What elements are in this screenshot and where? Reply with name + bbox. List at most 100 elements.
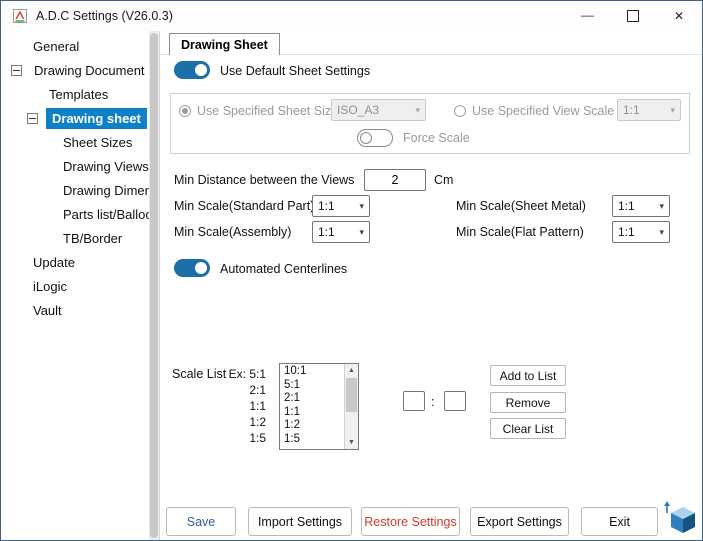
- combo-value: 1:1: [618, 199, 635, 213]
- use-specified-view-scale-radio: [454, 105, 466, 117]
- sidebar-item-label: Update: [29, 253, 79, 272]
- remove-button[interactable]: Remove: [490, 392, 566, 413]
- import-settings-button[interactable]: Import Settings: [248, 507, 352, 536]
- sidebar-item-label-selected: Drawing sheet: [46, 108, 147, 129]
- button-label: Add to List: [500, 369, 557, 383]
- min-scale-assembly-combo[interactable]: 1:1 ▾: [312, 221, 370, 243]
- maximize-button[interactable]: [610, 1, 656, 31]
- scroll-up-icon[interactable]: ▲: [345, 364, 358, 377]
- app-cube-icon: [663, 499, 699, 539]
- sidebar-item-ilogic[interactable]: iLogic: [1, 274, 159, 298]
- listbox-scrollbar-thumb[interactable]: [346, 378, 357, 412]
- button-label: Import Settings: [258, 515, 342, 529]
- sidebar-item-templates[interactable]: Templates: [1, 82, 159, 106]
- sidebar-item-label: Drawing Views: [59, 157, 153, 176]
- scroll-down-icon[interactable]: ▼: [345, 436, 358, 449]
- add-to-list-button[interactable]: Add to List: [490, 365, 566, 386]
- export-settings-button[interactable]: Export Settings: [470, 507, 569, 536]
- titlebar: A.D.C Settings (V26.0.3) — ✕: [1, 1, 702, 31]
- chevron-down-icon: ▾: [659, 227, 664, 238]
- sidebar-item-label: iLogic: [29, 277, 71, 296]
- button-label: Restore Settings: [364, 515, 456, 529]
- settings-sidebar: General Drawing Document Templates Drawi…: [1, 31, 160, 540]
- sidebar-item-parts-list-balloon[interactable]: Parts list/Balloo: [1, 202, 159, 226]
- tab-label: Drawing Sheet: [181, 38, 268, 52]
- list-item[interactable]: 1:1: [280, 406, 344, 420]
- settings-tree: General Drawing Document Templates Drawi…: [1, 31, 159, 322]
- sidebar-item-label: Drawing Document: [30, 61, 149, 80]
- sidebar-item-drawing-sheet[interactable]: Drawing sheet: [1, 106, 159, 130]
- minimize-button[interactable]: —: [564, 1, 610, 31]
- tree-collapse-icon[interactable]: [11, 65, 22, 76]
- sidebar-item-update[interactable]: Update: [1, 250, 159, 274]
- button-label: Exit: [609, 515, 630, 529]
- sidebar-item-drawing-views[interactable]: Drawing Views: [1, 154, 159, 178]
- list-item[interactable]: 10:1: [280, 365, 344, 379]
- min-scale-assembly-label: Min Scale(Assembly): [174, 225, 291, 240]
- view-scale-combo: 1:1 ▾: [617, 99, 681, 121]
- force-scale-label: Force Scale: [403, 131, 470, 146]
- min-distance-label: Min Distance between the Views: [174, 173, 354, 188]
- example-line: 2:1: [218, 382, 266, 398]
- sidebar-item-label: Drawing Dimen: [59, 181, 156, 200]
- chevron-down-icon: ▾: [415, 105, 420, 116]
- button-label: Save: [187, 515, 216, 529]
- list-item[interactable]: 1:5: [280, 433, 344, 447]
- sidebar-item-vault[interactable]: Vault: [1, 298, 159, 322]
- sidebar-scrollbar[interactable]: [149, 31, 159, 540]
- list-item[interactable]: 2:1: [280, 392, 344, 406]
- sidebar-item-drawing-dimensions[interactable]: Drawing Dimen: [1, 178, 159, 202]
- close-button[interactable]: ✕: [656, 1, 702, 31]
- toggle-knob: [195, 262, 207, 274]
- min-scale-flat-pattern-combo[interactable]: 1:1 ▾: [612, 221, 670, 243]
- scale-ratio-separator: :: [431, 394, 435, 409]
- scale-list-example: Ex: 5:1 2:1 1:1 1:2 1:5: [218, 366, 266, 446]
- force-scale-toggle[interactable]: [357, 129, 393, 147]
- min-scale-standard-part-combo[interactable]: 1:1 ▾: [312, 195, 370, 217]
- adc-settings-window: A.D.C Settings (V26.0.3) — ✕ General Dra…: [0, 0, 703, 541]
- use-default-sheet-settings-toggle[interactable]: [174, 61, 210, 79]
- sidebar-item-general[interactable]: General: [1, 34, 159, 58]
- minimize-icon: —: [580, 10, 593, 22]
- tree-collapse-icon[interactable]: [27, 113, 38, 124]
- sidebar-item-drawing-document[interactable]: Drawing Document: [1, 58, 159, 82]
- sidebar-item-label: Sheet Sizes: [59, 133, 136, 152]
- list-item[interactable]: 5:1: [280, 379, 344, 393]
- chevron-down-icon: ▾: [359, 227, 364, 238]
- button-label: Remove: [506, 396, 551, 410]
- listbox-scrollbar[interactable]: ▲ ▼: [344, 364, 358, 449]
- combo-value: 1:1: [318, 225, 335, 239]
- restore-settings-button[interactable]: Restore Settings: [361, 507, 460, 536]
- scale-denominator-input[interactable]: [444, 391, 466, 411]
- min-scale-sheet-metal-label: Min Scale(Sheet Metal): [456, 199, 586, 214]
- sidebar-item-tb-border[interactable]: TB/Border: [1, 226, 159, 250]
- example-line: 1:5: [218, 430, 266, 446]
- maximize-icon: [627, 10, 639, 22]
- combo-value: 1:1: [618, 225, 635, 239]
- list-item[interactable]: 1:2: [280, 419, 344, 433]
- use-specified-sheet-size-radio: [179, 105, 191, 117]
- sheet-size-combo: ISO_A3 ▾: [331, 99, 426, 121]
- example-line: Ex: 5:1: [218, 366, 266, 382]
- sidebar-item-sheet-sizes[interactable]: Sheet Sizes: [1, 130, 159, 154]
- close-icon: ✕: [674, 9, 684, 23]
- example-line: 1:1: [218, 398, 266, 414]
- min-distance-input[interactable]: [364, 169, 426, 191]
- sidebar-item-label: Templates: [45, 85, 112, 104]
- button-label: Clear List: [503, 422, 554, 436]
- exit-button[interactable]: Exit: [581, 507, 658, 536]
- min-scale-sheet-metal-combo[interactable]: 1:1 ▾: [612, 195, 670, 217]
- sidebar-scrollbar-thumb[interactable]: [150, 33, 158, 538]
- window-title: A.D.C Settings (V26.0.3): [36, 9, 564, 23]
- app-icon: [12, 8, 28, 24]
- save-button[interactable]: Save: [166, 507, 236, 536]
- use-specified-sheet-size-label: Use Specified Sheet Size: [197, 104, 338, 119]
- min-scale-standard-part-label: Min Scale(Standard Part): [174, 199, 314, 214]
- scale-listbox[interactable]: 10:1 5:1 2:1 1:1 1:2 1:5 ▲ ▼: [279, 363, 359, 450]
- chevron-down-icon: ▾: [670, 105, 675, 116]
- scale-numerator-input[interactable]: [403, 391, 425, 411]
- automated-centerlines-toggle[interactable]: [174, 259, 210, 277]
- tab-drawing-sheet[interactable]: Drawing Sheet: [169, 33, 280, 55]
- clear-list-button[interactable]: Clear List: [490, 418, 566, 439]
- automated-centerlines-label: Automated Centerlines: [220, 262, 347, 277]
